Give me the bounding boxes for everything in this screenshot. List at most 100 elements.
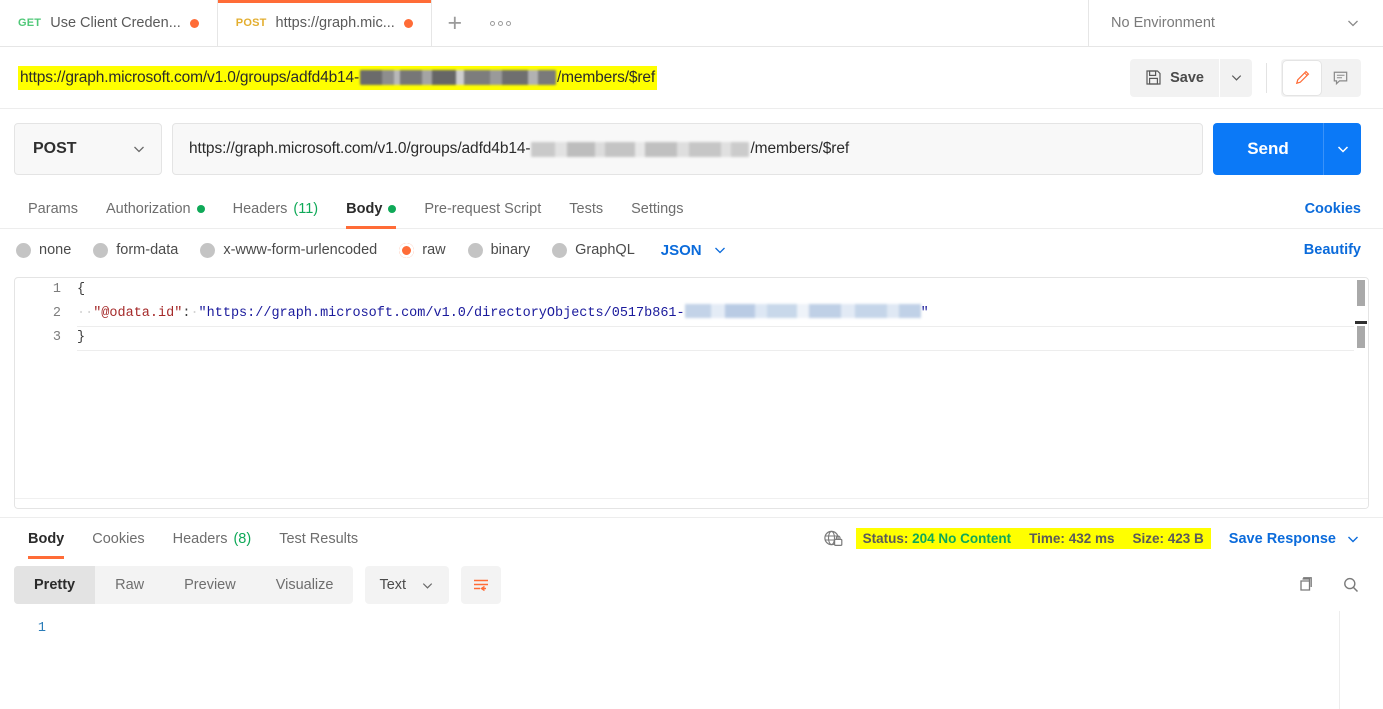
tab-label: Params [28, 200, 78, 217]
view-mode-preview[interactable]: Preview [164, 566, 256, 604]
cookies-link[interactable]: Cookies [1305, 201, 1361, 217]
status-group: Status: 204 No Content [863, 531, 1012, 546]
tab-label: Pre-request Script [424, 200, 542, 217]
view-mode-visualize[interactable]: Visualize [256, 566, 354, 604]
response-body-viewer[interactable]: 1 [0, 611, 1383, 709]
request-tab-get[interactable]: GET Use Client Creden... [0, 0, 218, 46]
code-line-divider [77, 350, 1354, 351]
tab-settings[interactable]: Settings [617, 189, 697, 229]
size-group: Size: 423 B [1132, 531, 1203, 546]
plus-icon[interactable]: + [432, 0, 478, 46]
request-url-input[interactable]: https://graph.microsoft.com/v1.0/groups/… [172, 123, 1203, 175]
request-body-editor[interactable]: 1 { 2 ··"@odata.id":·"https://graph.micr… [14, 277, 1369, 509]
word-wrap-toggle[interactable] [461, 566, 502, 604]
send-options-caret[interactable] [1323, 123, 1361, 175]
redacted-guid-block [531, 141, 750, 157]
environment-label: No Environment [1111, 15, 1215, 31]
status-label: Status: [862, 531, 909, 546]
raw-format-select[interactable]: JSON [661, 242, 728, 259]
scrollbar-thumb-secondary[interactable] [1357, 326, 1365, 348]
chevron-down-icon [1335, 141, 1351, 157]
response-tab-test-results[interactable]: Test Results [265, 519, 372, 559]
chevron-down-icon [1345, 531, 1361, 547]
tab-method-label: GET [18, 17, 42, 29]
tab-authorization[interactable]: Authorization [92, 189, 219, 229]
more-options-icon[interactable] [478, 0, 524, 46]
response-tab-cookies[interactable]: Cookies [78, 519, 158, 559]
comment-button[interactable] [1321, 61, 1359, 95]
search-icon[interactable] [1341, 575, 1361, 595]
edit-mode-button[interactable] [1283, 60, 1321, 95]
response-right-rail [1339, 611, 1383, 709]
save-button-label: Save [1170, 69, 1204, 86]
unsaved-indicator-dot [189, 18, 199, 28]
response-tab-body[interactable]: Body [14, 519, 78, 559]
http-method-select[interactable]: POST [14, 123, 162, 175]
body-type-raw[interactable]: raw [399, 242, 446, 258]
view-mode-raw[interactable]: Raw [95, 566, 164, 604]
body-type-label: raw [422, 242, 446, 258]
request-section-tabs: Params Authorization Headers (11) Body P… [0, 189, 1383, 229]
tab-params[interactable]: Params [14, 189, 92, 229]
save-options-caret[interactable] [1220, 58, 1252, 97]
code-text: } [77, 330, 86, 345]
tab-title: Use Client Creden... [50, 15, 181, 31]
request-title-actions: Save [1130, 58, 1361, 97]
editor-vertical-scrollbar[interactable] [1354, 278, 1368, 508]
environment-selector[interactable]: No Environment [1089, 0, 1383, 46]
save-button[interactable]: Save [1130, 58, 1219, 97]
word-wrap-icon [471, 575, 491, 595]
response-status-summary: Status: 204 No Content Time: 432 ms Size… [855, 528, 1211, 549]
scrollbar-thumb[interactable] [1357, 280, 1365, 306]
tab-count-badge: (8) [233, 530, 252, 547]
body-type-label: GraphQL [575, 242, 635, 258]
tab-tests[interactable]: Tests [555, 189, 617, 229]
beautify-link[interactable]: Beautify [1304, 242, 1361, 258]
request-url-suffix: /members/$ref [750, 140, 850, 157]
send-button[interactable]: Send [1213, 123, 1323, 175]
configured-indicator-dot [388, 204, 397, 213]
response-tab-headers[interactable]: Headers (8) [159, 519, 266, 559]
request-tab-post[interactable]: POST https://graph.mic... [217, 0, 432, 46]
time-value: 432 ms [1068, 531, 1115, 546]
response-format-select[interactable]: Text [365, 566, 450, 604]
body-type-label: x-www-form-urlencoded [223, 242, 378, 258]
globe-lock-icon[interactable] [822, 528, 844, 550]
chevron-down-icon [1345, 15, 1361, 31]
radio-icon [200, 242, 216, 258]
request-url-prefix: https://graph.microsoft.com/v1.0/groups/… [189, 140, 531, 157]
time-label: Time: [1029, 531, 1065, 546]
toolbar-divider [1266, 62, 1267, 93]
code-indent-dots: ·· [77, 306, 94, 321]
body-type-label: form-data [116, 242, 179, 258]
tab-label: Tests [569, 200, 604, 217]
body-type-label: binary [490, 242, 531, 258]
body-type-none[interactable]: none [16, 242, 71, 258]
tab-headers[interactable]: Headers (11) [219, 189, 333, 229]
radio-icon [16, 242, 31, 258]
code-line: 2 ··"@odata.id":·"https://graph.microsof… [15, 302, 1368, 326]
body-type-x-www-form-urlencoded[interactable]: x-www-form-urlencoded [200, 242, 377, 258]
code-line: 1 { [15, 278, 1368, 302]
copy-icon[interactable] [1297, 575, 1317, 595]
size-value: 423 B [1167, 531, 1204, 546]
body-type-binary[interactable]: binary [467, 242, 531, 258]
request-title-url: https://graph.microsoft.com/v1.0/groups/… [18, 65, 657, 90]
body-type-graphql[interactable]: GraphQL [552, 242, 635, 258]
line-number: 3 [52, 330, 61, 345]
request-title-row: https://graph.microsoft.com/v1.0/groups/… [0, 47, 1383, 109]
tab-body[interactable]: Body [332, 189, 410, 229]
line-number: 1 [52, 282, 61, 297]
body-type-form-data[interactable]: form-data [93, 242, 178, 258]
view-mode-pretty[interactable]: Pretty [14, 566, 96, 604]
request-title-url-prefix: https://graph.microsoft.com/v1.0/groups/… [20, 68, 360, 86]
editor-horizontal-scrollbar[interactable] [15, 498, 1368, 508]
tab-pre-request-script[interactable]: Pre-request Script [410, 189, 555, 229]
tab-count-badge: (11) [293, 200, 319, 217]
body-type-label: none [39, 242, 72, 258]
time-group: Time: 432 ms [1029, 531, 1114, 546]
save-response-button[interactable]: Save Response [1229, 531, 1361, 547]
response-format-value: Text [379, 577, 407, 593]
tab-label: Test Results [279, 530, 359, 547]
view-mode-icon-group [1281, 58, 1361, 97]
